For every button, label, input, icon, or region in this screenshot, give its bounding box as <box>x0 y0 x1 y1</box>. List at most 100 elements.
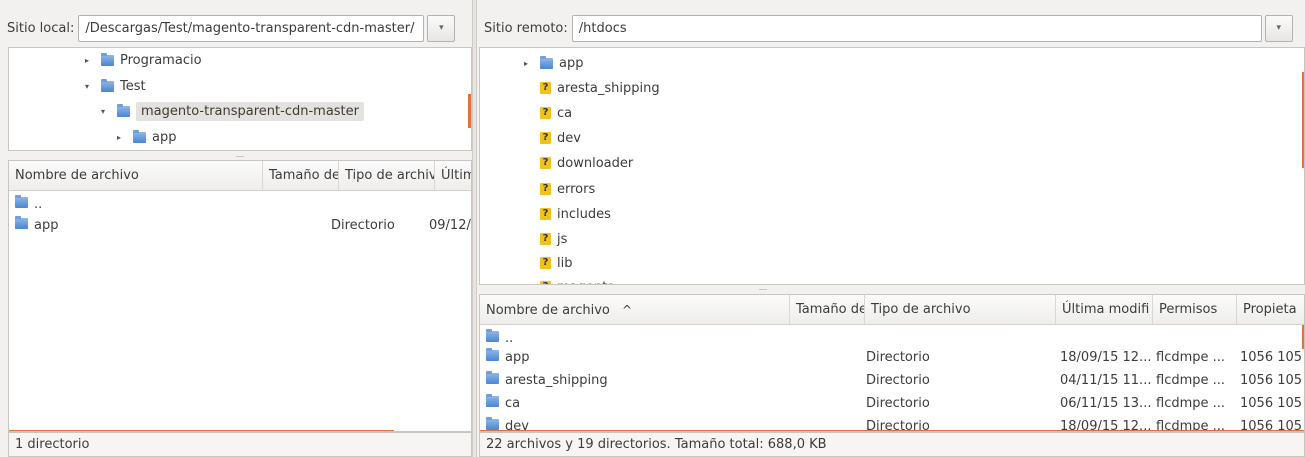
column-header-type[interactable]: Tipo de archivo <box>865 295 1056 325</box>
column-header-owner[interactable]: Propieta <box>1237 295 1304 325</box>
column-header-modified[interactable]: Última modifi <box>1056 295 1153 325</box>
tree-item-label: app <box>152 129 177 145</box>
tree-item-label: Programacio <box>120 52 202 68</box>
local-pane: Sitio local: /Descargas/Test/magento-tra… <box>0 0 472 457</box>
local-site-label: Sitio local: <box>7 20 75 36</box>
file-owner: 1056 105 <box>1240 396 1303 411</box>
remote-tree-item-js[interactable]: ? js <box>540 227 567 251</box>
tree-item-label: includes <box>557 206 611 222</box>
remote-tree-item-app[interactable]: ▸ app <box>520 51 583 75</box>
tree-item-app[interactable]: ▸ app <box>113 125 176 149</box>
column-header-filename[interactable]: Nombre de archivo <box>9 161 263 191</box>
remote-site-bar: Sitio remoto: /htdocs ▾ <box>477 12 1293 44</box>
folder-icon <box>15 216 28 229</box>
tree-item-programacio[interactable]: ▸ Programacio <box>81 48 202 72</box>
remote-tree-item-includes[interactable]: ? includes <box>540 202 611 226</box>
unknown-item-icon: ? <box>540 107 551 119</box>
folder-icon <box>101 78 114 92</box>
local-path-dropdown-button[interactable]: ▾ <box>427 14 456 42</box>
folder-icon <box>486 348 499 361</box>
tree-item-label: dev <box>557 130 581 146</box>
folder-icon <box>117 103 130 117</box>
unknown-item-icon: ? <box>540 82 551 94</box>
tree-item-label: Test <box>120 78 146 94</box>
tree-item-label: aresta_shipping <box>557 80 660 96</box>
remote-file-row-app[interactable]: app Directorio 18/09/15 12... flcdmpe ..… <box>480 347 1304 369</box>
file-type: Directorio <box>866 350 930 365</box>
unknown-item-icon: ? <box>540 208 551 220</box>
remote-tree-item-downloader[interactable]: ? downloader <box>540 151 633 175</box>
remote-tree-item-errors[interactable]: ? errors <box>540 177 595 201</box>
column-header-size[interactable]: Tamaño de <box>263 161 339 191</box>
remote-tree-item-aresta-shipping[interactable]: ? aresta_shipping <box>540 76 660 100</box>
tree-item-label: lib <box>557 255 573 271</box>
column-header-filename[interactable]: Nombre de archivo ^ <box>480 295 790 325</box>
folder-icon <box>15 195 28 208</box>
local-directory-tree[interactable]: ▸ Programacio ▾ Test ▾ magento-transpare… <box>8 47 472 151</box>
file-name: app <box>505 350 530 365</box>
remote-file-list-header: Nombre de archivo ^ Tamaño de Tipo de ar… <box>480 295 1304 325</box>
column-header-permissions[interactable]: Permisos <box>1153 295 1237 325</box>
remote-status-bar: 22 archivos y 19 directorios. Tamaño tot… <box>479 432 1305 457</box>
tree-item-magento-transparent-cdn-master[interactable]: ▾ magento-transparent-cdn-master <box>97 99 364 123</box>
splitter-grip[interactable] <box>759 289 767 290</box>
sort-ascending-icon: ^ <box>621 303 633 317</box>
file-row-app[interactable]: app Directorio 09/12/ <box>9 215 471 237</box>
remote-pane: Sitio remoto: /htdocs ▾ ▸ app ? aresta_sh… <box>477 0 1305 457</box>
tree-item-label: errors <box>557 181 596 197</box>
file-owner: 1056 105 <box>1240 373 1303 388</box>
column-header-modified[interactable]: Últim <box>435 161 471 191</box>
file-name: app <box>34 218 59 233</box>
remote-site-label: Sitio remoto: <box>484 20 568 36</box>
file-name: .. <box>34 197 43 212</box>
expand-arrow-icon[interactable]: ▸ <box>113 133 125 142</box>
file-modified: 09/12/ <box>429 218 471 233</box>
remote-tree-item-magento[interactable]: ? magento <box>540 275 615 285</box>
column-header-type[interactable]: Tipo de archiv <box>339 161 435 191</box>
remote-path-dropdown-button[interactable]: ▾ <box>1264 14 1293 42</box>
chevron-down-icon: ▾ <box>1276 23 1282 33</box>
file-modified: 06/11/15 13... <box>1060 396 1152 411</box>
file-name: ca <box>505 396 521 411</box>
file-row-parent[interactable]: .. <box>9 194 471 216</box>
local-path-input[interactable]: /Descargas/Test/magento-transparent-cdn-… <box>78 14 425 42</box>
expand-arrow-icon[interactable]: ▸ <box>520 59 532 68</box>
local-file-list[interactable]: Nombre de archivo Tamaño de Tipo de arch… <box>8 160 472 432</box>
remote-tree-item-dev[interactable]: ? dev <box>540 126 581 150</box>
remote-path-input[interactable]: /htdocs <box>571 14 1262 42</box>
remote-file-row-aresta-shipping[interactable]: aresta_shipping Directorio 04/11/15 11..… <box>480 370 1304 392</box>
file-modified: 04/11/15 11... <box>1060 373 1152 388</box>
file-permissions: flcdmpe ... <box>1156 396 1226 411</box>
file-owner: 1056 105 <box>1240 350 1303 365</box>
collapse-arrow-icon[interactable]: ▾ <box>97 107 109 116</box>
folder-icon <box>133 129 146 143</box>
unknown-item-icon: ? <box>540 157 551 169</box>
tree-item-label: ca <box>557 105 573 121</box>
local-status-bar: 1 directorio <box>8 432 472 457</box>
collapse-arrow-icon[interactable]: ▾ <box>81 82 93 91</box>
chevron-down-icon: ▾ <box>439 23 444 33</box>
file-permissions: flcdmpe ... <box>1156 350 1226 365</box>
tree-item-label: magento <box>557 280 615 285</box>
file-modified: 18/09/15 12... <box>1060 350 1152 365</box>
folder-icon <box>486 371 499 384</box>
column-header-size[interactable]: Tamaño de <box>790 295 865 325</box>
remote-file-list[interactable]: Nombre de archivo ^ Tamaño de Tipo de ar… <box>479 294 1305 432</box>
tree-item-label: downloader <box>557 155 634 171</box>
unknown-item-icon: ? <box>540 183 551 195</box>
file-name: aresta_shipping <box>505 373 608 388</box>
file-type: Directorio <box>331 218 395 233</box>
remote-tree-item-ca[interactable]: ? ca <box>540 101 572 125</box>
remote-file-row-ca[interactable]: ca Directorio 06/11/15 13... flcdmpe ...… <box>480 393 1304 415</box>
remote-tree-item-lib[interactable]: ? lib <box>540 251 572 275</box>
folder-icon <box>101 52 114 66</box>
column-header-label: Nombre de archivo <box>486 303 610 318</box>
local-site-bar: Sitio local: /Descargas/Test/magento-tra… <box>0 12 456 44</box>
splitter-grip[interactable] <box>236 156 244 157</box>
tree-item-test[interactable]: ▾ Test <box>81 74 146 98</box>
remote-directory-tree[interactable]: ▸ app ? aresta_shipping ? ca ? dev ? downloa… <box>479 47 1305 285</box>
local-file-list-header: Nombre de archivo Tamaño de Tipo de arch… <box>9 161 471 191</box>
file-name: .. <box>505 331 514 346</box>
expand-arrow-icon[interactable]: ▸ <box>81 56 93 65</box>
tree-scrollbar[interactable] <box>468 94 471 128</box>
